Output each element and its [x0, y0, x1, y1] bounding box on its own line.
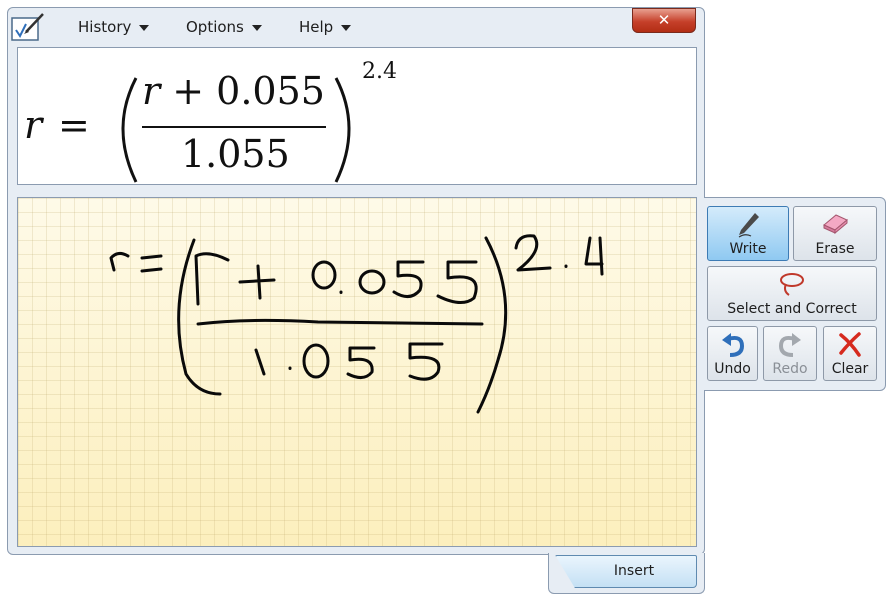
- chevron-down-icon: [139, 24, 150, 31]
- pen-icon: [738, 213, 759, 238]
- formula-exponent: 2.4: [362, 59, 397, 84]
- clear-button[interactable]: Clear: [823, 326, 877, 381]
- formula-numerator: r + 0.055: [142, 69, 325, 113]
- menu-history[interactable]: History: [78, 18, 150, 36]
- formula-denominator: 1.055: [181, 132, 290, 176]
- erase-tool-label: Erase: [815, 241, 855, 257]
- undo-button[interactable]: Undo: [707, 326, 758, 381]
- undo-label: Undo: [714, 361, 751, 377]
- clear-icon: [839, 332, 861, 357]
- formula-equals: =: [58, 103, 90, 147]
- chevron-down-icon: [251, 24, 262, 31]
- close-icon: ✕: [657, 11, 671, 29]
- undo-icon: [721, 333, 744, 357]
- close-button[interactable]: ✕: [632, 8, 696, 33]
- formula-lhs: r: [24, 103, 45, 147]
- write-tool-label: Write: [729, 241, 767, 257]
- redo-icon: [778, 333, 801, 357]
- right-paren: [334, 77, 351, 183]
- handwritten-ink: [109, 234, 604, 414]
- write-tool-button[interactable]: Write: [707, 206, 789, 261]
- menu-help[interactable]: Help: [299, 18, 352, 36]
- select-and-correct-button[interactable]: Select and Correct: [707, 266, 877, 321]
- menu-help-label: Help: [299, 18, 334, 36]
- recognized-preview: r = r + 0.055 1.055 2.4: [17, 47, 697, 185]
- math-input-app-icon: [11, 13, 44, 41]
- insert-button[interactable]: Insert: [555, 555, 697, 588]
- menu-options[interactable]: Options: [186, 18, 262, 36]
- left-paren: [121, 77, 138, 183]
- writing-pad[interactable]: [17, 197, 697, 547]
- recognized-formula: r = r + 0.055 1.055 2.4: [24, 59, 397, 183]
- clear-label: Clear: [831, 361, 869, 377]
- redo-label: Redo: [772, 361, 808, 377]
- menu-bar: History Options Help: [10, 10, 630, 46]
- menu-options-label: Options: [186, 18, 244, 36]
- chevron-down-icon: [341, 24, 352, 31]
- menu-history-label: History: [78, 18, 132, 36]
- eraser-icon: [823, 214, 848, 235]
- lasso-icon: [780, 273, 804, 296]
- select-and-correct-label: Select and Correct: [727, 301, 857, 317]
- erase-tool-button[interactable]: Erase: [793, 206, 877, 261]
- redo-button[interactable]: Redo: [763, 326, 817, 381]
- numerator-rest: + 0.055: [160, 69, 325, 113]
